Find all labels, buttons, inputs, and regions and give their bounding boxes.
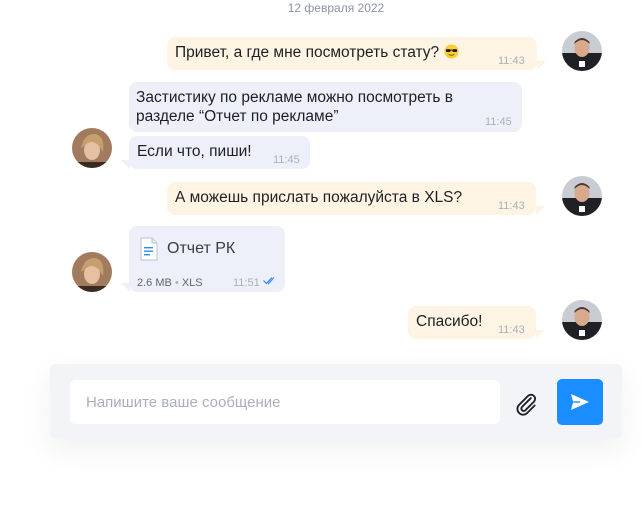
message-text: Если что, пиши!: [137, 143, 252, 160]
message-text: Застистику по рекламе можно посмотреть в…: [136, 89, 453, 125]
message-bubble: Спасибо! 11:43: [408, 306, 545, 339]
file-size: 2.6 MB: [137, 277, 172, 289]
chat-date: 12 февраля 2022: [287, 1, 385, 15]
message-time: 11:43: [498, 55, 525, 67]
file-name: Отчет РК: [167, 240, 236, 257]
meta-separator: •: [174, 277, 179, 289]
user-avatar[interactable]: [562, 300, 602, 340]
message-composer: [50, 364, 622, 438]
message-input[interactable]: [70, 380, 500, 424]
message-bubble: Застистику по рекламе можно посмотреть в…: [129, 82, 522, 132]
contact-avatar[interactable]: [72, 128, 112, 168]
file-format: XLS: [181, 277, 203, 289]
read-check-icon: [263, 277, 275, 285]
message-text: А можешь прислать пожалуйста в XLS?: [175, 189, 463, 206]
message-text: Привет, а где мне посмотреть стату?: [175, 44, 440, 61]
message-time: 11:43: [498, 200, 525, 212]
message-bubble: Привет, а где мне посмотреть стату? 11:4…: [167, 37, 546, 70]
user-avatar[interactable]: [562, 31, 602, 71]
message-bubble: Если что, пиши! 11:45: [121, 136, 310, 169]
sunglasses-emoji-icon: [443, 44, 459, 59]
message-time: 11:51: [233, 277, 260, 289]
contact-avatar[interactable]: [72, 252, 112, 292]
paperclip-icon[interactable]: [513, 391, 539, 417]
message-time: 11:43: [498, 324, 525, 336]
file-meta: 2.6 MB • XLS: [137, 274, 203, 293]
message-text: Спасибо!: [416, 313, 483, 330]
message-time: 11:45: [485, 116, 512, 128]
document-icon: [140, 237, 158, 261]
send-button[interactable]: [557, 379, 603, 425]
user-avatar[interactable]: [562, 176, 602, 216]
file-attachment[interactable]: Отчет РК 2.6 MB • XLS 11:51: [121, 226, 285, 293]
send-icon: [571, 394, 589, 410]
message-time: 11:45: [273, 154, 300, 166]
message-bubble: А можешь прислать пожалуйста в XLS? 11:4…: [167, 182, 545, 215]
